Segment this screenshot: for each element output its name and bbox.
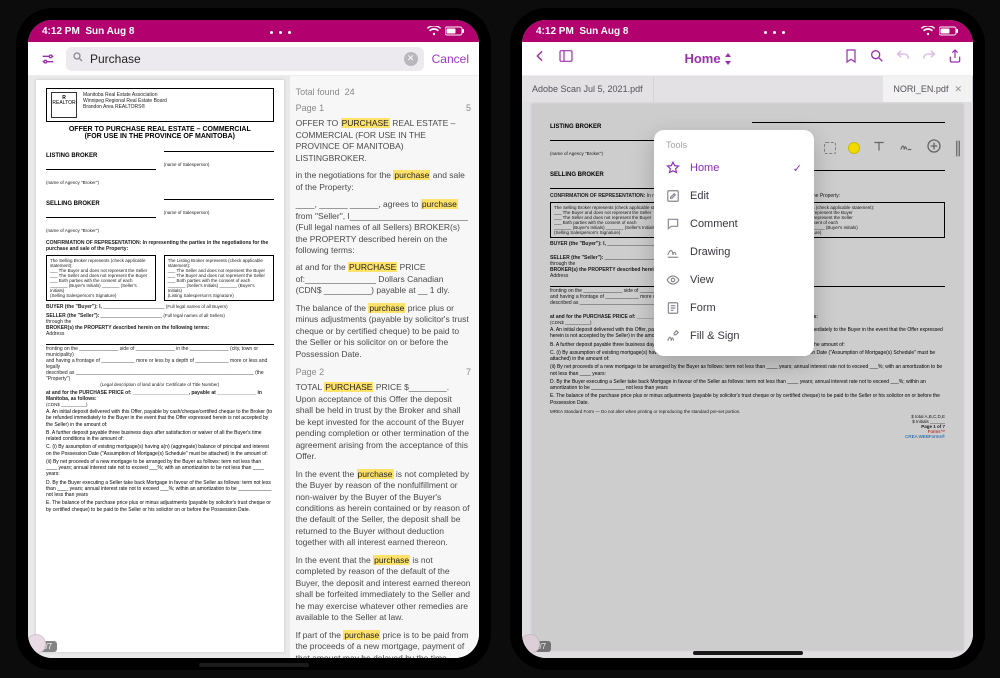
popover-item-drawing[interactable]: Drawing: [654, 238, 814, 266]
search-icon: [72, 50, 84, 68]
redo-icon[interactable]: [921, 48, 937, 69]
search-result-item[interactable]: OFFER TO PURCHASE REAL ESTATE – COMMERCI…: [296, 118, 471, 164]
clear-icon[interactable]: ✕: [404, 52, 418, 66]
search-result-item[interactable]: in the negotiations for the purchase and…: [296, 170, 471, 193]
comment-icon: [666, 217, 680, 231]
bookmark-icon[interactable]: [843, 48, 859, 69]
popover-item-edit[interactable]: Edit: [654, 182, 814, 210]
search-result-item[interactable]: TOTAL PURCHASE PRICE $________. Upon acc…: [296, 382, 471, 462]
ipad-left: 4:12 PM Sun Aug 8 ✕ Ca: [16, 8, 491, 670]
wifi-icon: [921, 26, 935, 36]
cancel-button[interactable]: Cancel: [432, 52, 469, 66]
edit-icon: [666, 189, 680, 203]
search-input[interactable]: [90, 52, 398, 66]
search-result-item[interactable]: If part of the purchase price is to be p…: [296, 630, 471, 658]
top-toolbar: Home: [522, 42, 973, 76]
search-field[interactable]: ✕: [66, 47, 424, 71]
popover-item-form[interactable]: Form: [654, 294, 814, 322]
view-icon: [666, 273, 680, 287]
fillsign-icon: [666, 329, 680, 343]
result-group-1: OFFER TO PURCHASE REAL ESTATE – COMMERCI…: [296, 118, 471, 360]
popover-item-home[interactable]: Home✓: [654, 154, 814, 182]
search-result-item[interactable]: The balance of the purchase price plus o…: [296, 303, 471, 360]
popover-item-view[interactable]: View: [654, 266, 814, 294]
tools-popover: Tools Home✓EditCommentDrawingViewFormFil…: [654, 130, 814, 356]
battery-icon: [445, 26, 465, 36]
ipad-right: 4:12 PM Sun Aug 8 Home: [510, 8, 985, 670]
document-preview-pane[interactable]: RREALTOR Manitoba Real Estate Associatio…: [28, 76, 290, 658]
check-icon: ✓: [793, 162, 802, 175]
form-icon: [666, 301, 680, 315]
sidebar-icon[interactable]: [558, 48, 574, 69]
wifi-icon: [427, 26, 441, 36]
popover-item-comment[interactable]: Comment: [654, 210, 814, 238]
back-button[interactable]: [532, 48, 548, 69]
drawing-icon: [666, 245, 680, 259]
document-area[interactable]: Adobe Scan Jul 5, 2021.pdf NORI_EN.pdf✕ …: [522, 76, 973, 658]
undo-icon[interactable]: [895, 48, 911, 69]
search-icon[interactable]: [869, 48, 885, 69]
search-results-pane[interactable]: Total found 24 Page 15 OFFER TO PURCHASE…: [290, 76, 479, 658]
mode-dropdown[interactable]: Home: [684, 51, 732, 66]
document-page: RREALTOR Manitoba Real Estate Associatio…: [36, 80, 284, 652]
battery-icon: [939, 26, 959, 36]
search-result-item[interactable]: ____, ______ ______, agrees to purchase …: [296, 199, 471, 256]
search-toolbar: ✕ Cancel: [28, 42, 479, 76]
status-bar: 4:12 PM Sun Aug 8: [522, 20, 973, 42]
result-group-2: TOTAL PURCHASE PRICE $________. Upon acc…: [296, 382, 471, 658]
popover-item-fill-sign[interactable]: Fill & Sign: [654, 322, 814, 350]
search-result-item[interactable]: In the event that the purchase is not co…: [296, 555, 471, 624]
status-bar: 4:12 PM Sun Aug 8: [28, 20, 479, 42]
search-result-item[interactable]: at and for the PURCHASE PRICE of:_______…: [296, 262, 471, 296]
search-result-item[interactable]: In the event the purchase is not complet…: [296, 469, 471, 549]
settings-sliders-icon[interactable]: [38, 49, 58, 69]
realtor-logo: RREALTOR: [51, 92, 77, 118]
star-icon: [666, 161, 680, 175]
popover-header: Tools: [654, 134, 814, 154]
share-icon[interactable]: [947, 48, 963, 69]
